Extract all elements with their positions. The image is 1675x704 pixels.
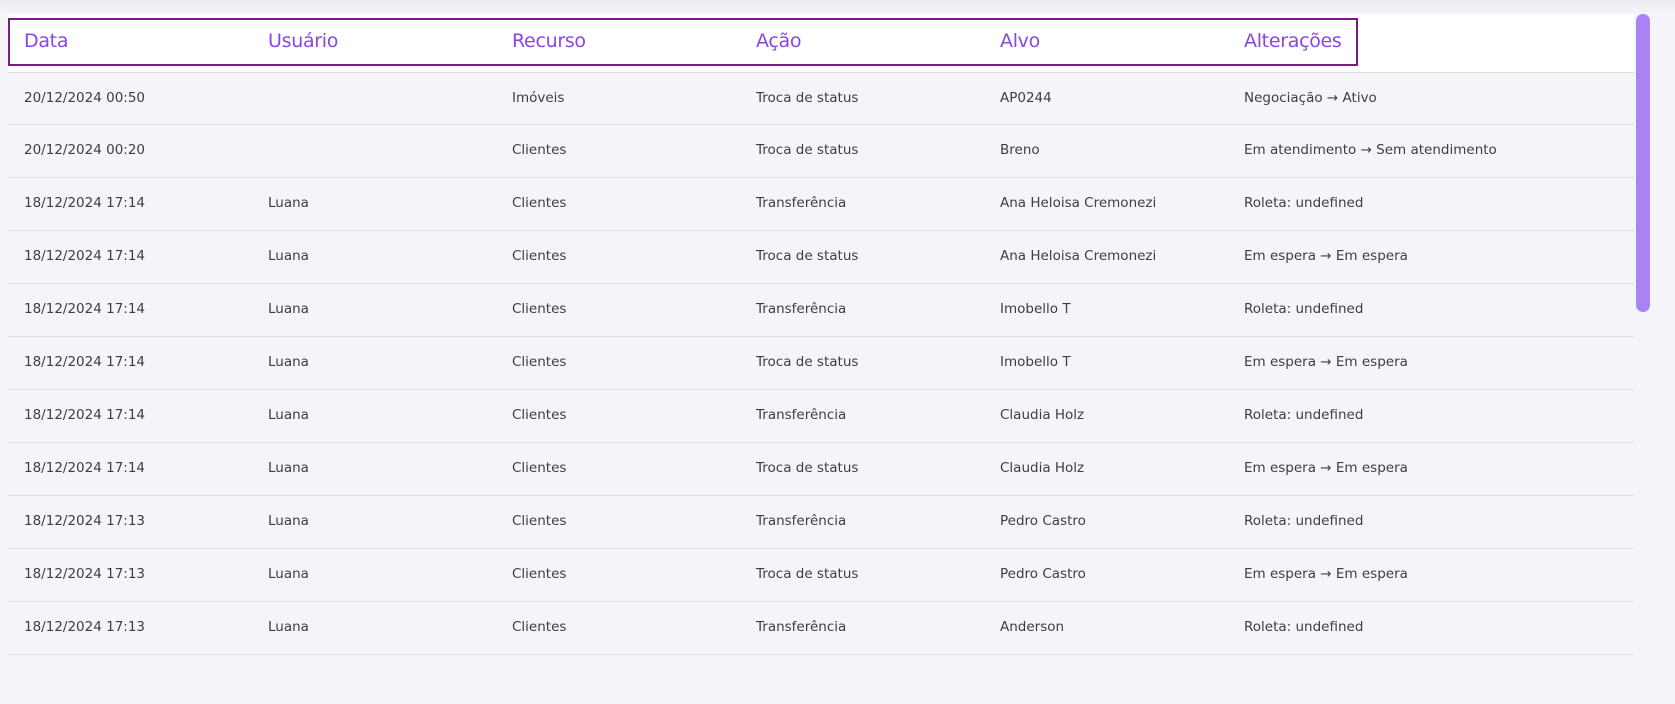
cell-alteracoes: Em espera → Em espera (1244, 248, 1408, 264)
cell-usuario: Luana (268, 248, 309, 264)
table-row[interactable]: 18/12/2024 17:14 Luana Clientes Transferênc… (8, 390, 1634, 443)
cell-alteracoes: Em atendimento → Sem atendimento (1244, 142, 1497, 158)
cell-acao: Troca de status (756, 354, 859, 370)
cell-alvo: Breno (1000, 142, 1040, 158)
cell-recurso: Clientes (512, 566, 567, 582)
table-row[interactable]: 20/12/2024 00:20 Clientes Troca de status B… (8, 125, 1634, 178)
header-highlight (8, 18, 1358, 66)
cell-recurso: Clientes (512, 195, 567, 211)
audit-log-table: Data Usuário Recurso Ação Alvo Alteraçõe… (8, 14, 1634, 704)
column-header-acao[interactable]: Ação (756, 30, 801, 52)
cell-recurso: Clientes (512, 619, 567, 635)
cell-recurso: Clientes (512, 142, 567, 158)
cell-acao: Transferência (756, 195, 847, 211)
cell-recurso: Clientes (512, 248, 567, 264)
table-row[interactable]: 18/12/2024 17:13 Luana Clientes Transferênc… (8, 602, 1634, 655)
column-header-usuario[interactable]: Usuário (268, 30, 338, 52)
cell-acao: Transferência (756, 619, 847, 635)
cell-data: 18/12/2024 17:14 (24, 460, 146, 476)
cell-alteracoes: Roleta: undefined (1244, 195, 1364, 211)
cell-usuario: Luana (268, 407, 309, 423)
cell-alvo: Claudia Holz (1000, 407, 1085, 423)
cell-acao: Troca de status (756, 142, 859, 158)
cell-data: 18/12/2024 17:14 (24, 407, 146, 423)
table-row[interactable]: 18/12/2024 17:13 Luana Clientes Troca de st… (8, 549, 1634, 602)
cell-data: 18/12/2024 17:14 (24, 301, 146, 317)
table-row[interactable]: 18/12/2024 17:14 Luana Clientes Troca de st… (8, 337, 1634, 390)
cell-alteracoes: Negociação → Ativo (1244, 90, 1377, 106)
table-row[interactable]: 18/12/2024 17:14 Luana Clientes Troca de st… (8, 231, 1634, 284)
cell-acao: Troca de status (756, 90, 859, 106)
column-header-alvo[interactable]: Alvo (1000, 30, 1040, 52)
cell-acao: Transferência (756, 513, 847, 529)
cell-alteracoes: Em espera → Em espera (1244, 460, 1408, 476)
cell-alvo: AP0244 (1000, 90, 1052, 106)
cell-recurso: Clientes (512, 460, 567, 476)
cell-alvo: Anderson (1000, 619, 1065, 635)
cell-alvo: Pedro Castro (1000, 566, 1086, 582)
cell-data: 18/12/2024 17:14 (24, 195, 146, 211)
cell-data: 18/12/2024 17:13 (24, 619, 146, 635)
cell-alteracoes: Em espera → Em espera (1244, 354, 1408, 370)
cell-data: 18/12/2024 17:14 (24, 248, 146, 264)
cell-usuario: Luana (268, 354, 309, 370)
cell-data: 18/12/2024 17:14 (24, 354, 146, 370)
cell-recurso: Clientes (512, 301, 567, 317)
cell-recurso: Clientes (512, 354, 567, 370)
cell-usuario: Luana (268, 566, 309, 582)
column-header-alteracoes[interactable]: Alterações (1244, 30, 1342, 52)
cell-alteracoes: Em espera → Em espera (1244, 566, 1408, 582)
table-row[interactable]: 20/12/2024 00:50 Imóveis Troca de status AP… (8, 73, 1634, 125)
table-row[interactable]: 18/12/2024 17:14 Luana Clientes Transferênc… (8, 284, 1634, 337)
top-shadow (0, 0, 1675, 14)
cell-acao: Troca de status (756, 248, 859, 264)
cell-usuario: Luana (268, 619, 309, 635)
cell-alvo: Imobello T (1000, 354, 1071, 370)
cell-usuario: Luana (268, 460, 309, 476)
cell-data: 18/12/2024 17:13 (24, 566, 146, 582)
cell-acao: Troca de status (756, 460, 859, 476)
cell-acao: Transferência (756, 407, 847, 423)
cell-alvo: Ana Heloisa Cremonezi (1000, 248, 1157, 264)
table-body: 20/12/2024 00:50 Imóveis Troca de status AP… (8, 73, 1634, 655)
cell-data: 20/12/2024 00:50 (24, 90, 146, 106)
cell-alvo: Ana Heloisa Cremonezi (1000, 195, 1157, 211)
table-header: Data Usuário Recurso Ação Alvo Alteraçõe… (8, 14, 1634, 73)
table-row[interactable]: 18/12/2024 17:14 Luana Clientes Transferênc… (8, 178, 1634, 231)
cell-alteracoes: Roleta: undefined (1244, 301, 1364, 317)
cell-usuario: Luana (268, 195, 309, 211)
cell-alvo: Claudia Holz (1000, 460, 1085, 476)
cell-alteracoes: Roleta: undefined (1244, 619, 1364, 635)
cell-recurso: Clientes (512, 407, 567, 423)
cell-recurso: Clientes (512, 513, 567, 529)
cell-alvo: Imobello T (1000, 301, 1071, 317)
table-row[interactable]: 18/12/2024 17:14 Luana Clientes Troca de st… (8, 443, 1634, 496)
cell-usuario: Luana (268, 513, 309, 529)
column-header-data[interactable]: Data (24, 30, 68, 52)
vertical-scrollbar-thumb[interactable] (1636, 14, 1650, 312)
cell-recurso: Imóveis (512, 90, 565, 106)
cell-alteracoes: Roleta: undefined (1244, 407, 1364, 423)
cell-data: 18/12/2024 17:13 (24, 513, 146, 529)
cell-alteracoes: Roleta: undefined (1244, 513, 1364, 529)
table-row[interactable]: 18/12/2024 17:13 Luana Clientes Transferênc… (8, 496, 1634, 549)
cell-alvo: Pedro Castro (1000, 513, 1086, 529)
cell-acao: Troca de status (756, 566, 859, 582)
column-header-recurso[interactable]: Recurso (512, 30, 586, 52)
cell-acao: Transferência (756, 301, 847, 317)
cell-data: 20/12/2024 00:20 (24, 142, 146, 158)
cell-usuario: Luana (268, 301, 309, 317)
